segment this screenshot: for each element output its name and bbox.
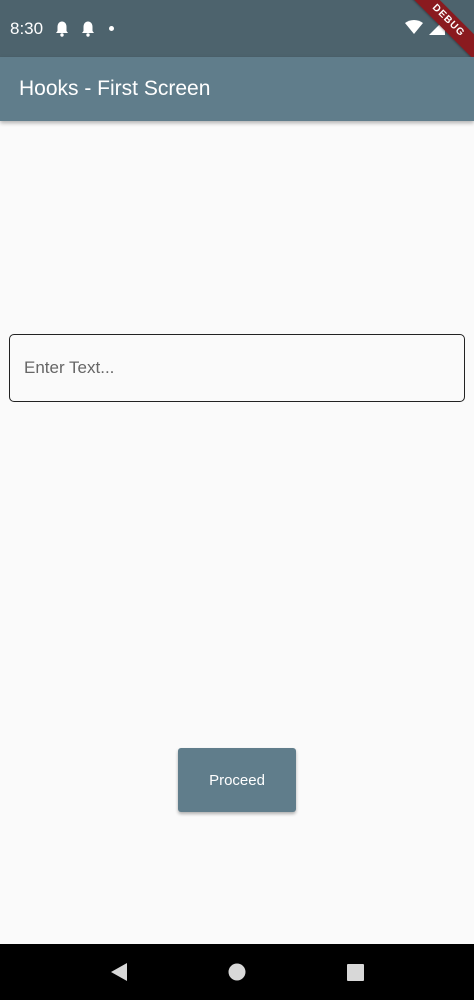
status-bar: 8:30 DEBUG — [0, 0, 474, 57]
back-button[interactable] — [99, 952, 139, 992]
status-time: 8:30 — [10, 18, 44, 38]
app-bar: Hooks - First Screen — [0, 57, 474, 121]
home-icon — [228, 963, 246, 981]
bell-icon — [56, 21, 69, 37]
bell-icon — [82, 21, 95, 37]
navigation-bar — [0, 944, 474, 1000]
text-input[interactable] — [9, 334, 465, 402]
proceed-button[interactable]: Proceed — [178, 748, 296, 812]
recents-button[interactable] — [335, 952, 375, 992]
back-icon — [111, 963, 127, 981]
dot-icon — [109, 26, 115, 31]
wifi-icon — [405, 19, 423, 34]
home-button[interactable] — [217, 952, 257, 992]
app-bar-title: Hooks - First Screen — [19, 77, 211, 100]
recents-icon — [346, 963, 364, 981]
